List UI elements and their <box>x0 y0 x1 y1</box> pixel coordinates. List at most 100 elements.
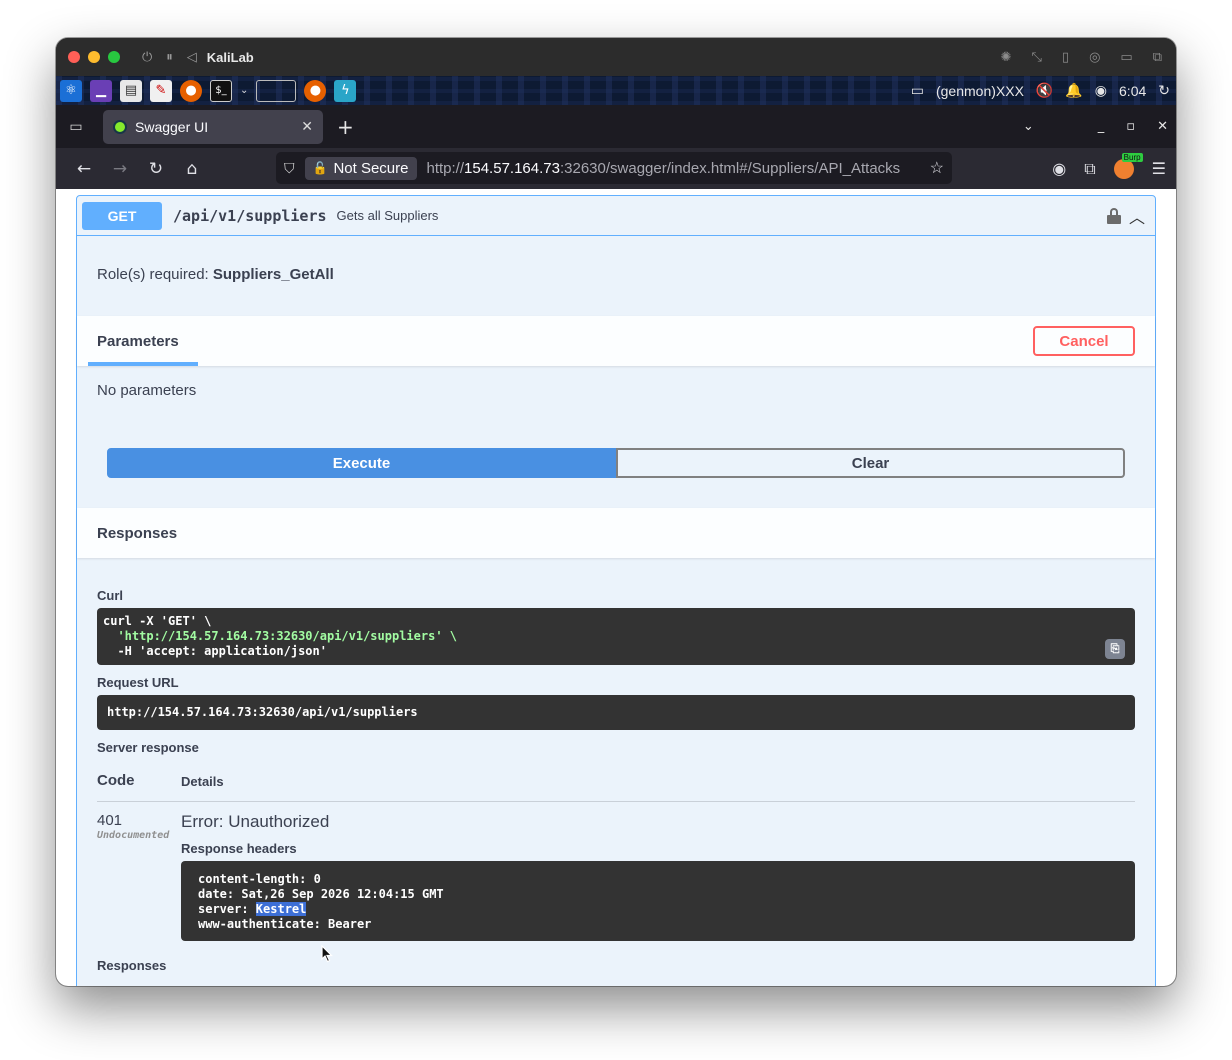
browser-tab-bar: ▭ Swagger UI ✕ + ⌄ _ ▫ ✕ <box>56 105 1176 148</box>
curl-line: curl -X 'GET' \ <box>103 614 212 628</box>
responses-header: Responses <box>77 508 1155 558</box>
account-icon[interactable]: ◉ <box>1052 159 1066 178</box>
burp-extension-icon[interactable]: Burp <box>1113 152 1143 179</box>
reload-button[interactable]: ↻ <box>138 153 174 185</box>
new-tab-button[interactable]: + <box>337 115 354 139</box>
tab-parameters[interactable]: Parameters <box>97 333 179 350</box>
no-parameters-text: No parameters <box>97 382 197 399</box>
folder-icon[interactable]: ▭ <box>1120 50 1132 65</box>
mute-icon[interactable]: 🔇 <box>1036 83 1053 99</box>
clock[interactable]: 6:04 <box>1119 83 1146 99</box>
details-column-header: Details <box>181 774 224 789</box>
panel-launchers: ⚛ ▁ ▤ ✎ ● $_ ⌄ ● ϟ <box>56 76 357 105</box>
cancel-button[interactable]: Cancel <box>1033 326 1135 356</box>
forward-button[interactable]: → <box>102 153 138 185</box>
responses-title: Responses <box>97 525 178 542</box>
close-tab-icon[interactable]: ✕ <box>301 118 313 135</box>
brightness-icon[interactable]: ✺ <box>1001 50 1012 65</box>
chevron-down-icon[interactable]: ⌄ <box>240 85 248 96</box>
execute-wrapper: Execute Clear <box>107 448 1125 478</box>
copy-to-clipboard-icon[interactable]: ⎘ <box>1105 639 1125 659</box>
genmon-label: (genmon)XXX <box>935 82 1024 99</box>
url-rest: :32630/swagger/index.html#/Suppliers/API… <box>559 159 901 177</box>
address-bar[interactable]: ⛉ 🔓 Not Secure http://154.57.164.73:3263… <box>276 152 952 184</box>
vm-title: KaliLab <box>206 49 254 65</box>
refresh-icon[interactable]: ↻ <box>1158 83 1170 99</box>
maximize-icon[interactable]: ▫ <box>1126 119 1135 134</box>
burp-badge: Burp <box>1121 152 1143 162</box>
curl-line: 'http://154.57.164.73:32630/api/v1/suppl… <box>103 629 458 643</box>
workspace-icon[interactable]: ▁ <box>90 79 112 102</box>
http-method-badge: GET <box>82 201 162 230</box>
clear-button[interactable]: Clear <box>616 448 1125 478</box>
extensions-icon[interactable]: ⧉ <box>1084 159 1095 179</box>
monitor-icon: ▭ <box>910 82 924 99</box>
url-text[interactable]: http://154.57.164.73:32630/swagger/index… <box>427 160 901 177</box>
url-host: 154.57.164.73 <box>464 159 560 177</box>
error-title: Error: Unauthorized <box>181 812 330 831</box>
operation-block: GET /api/v1/suppliers Gets all Suppliers… <box>76 195 1156 986</box>
power-icon[interactable]: ⏻ <box>142 50 152 65</box>
chevron-up-icon[interactable]: ︿ <box>1129 204 1145 228</box>
files-icon[interactable]: ▤ <box>120 79 142 102</box>
usb-icon[interactable]: ▯ <box>1062 50 1069 65</box>
notification-icon[interactable]: 🔔 <box>1065 83 1082 99</box>
terminal-icon[interactable]: $_ <box>210 79 232 102</box>
url-prefix: http:// <box>426 159 465 177</box>
power-manager-icon[interactable]: ◉ <box>1095 83 1107 99</box>
vm-titlebar: ⏻ ⏸ ◁ KaliLab ✺ ⤡ ▯ ◎ ▭ ⧉ <box>56 38 1176 76</box>
workspace-switcher-icon[interactable] <box>256 79 297 102</box>
curl-label: Curl <box>97 588 123 603</box>
lock-icon[interactable] <box>1106 208 1121 224</box>
swagger-page: GET /api/v1/suppliers Gets all Suppliers… <box>56 189 1176 986</box>
tab-swagger-ui[interactable]: Swagger UI ✕ <box>103 109 323 144</box>
hamburger-menu-icon[interactable]: ☰ <box>1152 159 1166 178</box>
text-editor-icon[interactable]: ✎ <box>150 79 172 102</box>
header-line: server: Kestrel <box>198 902 307 916</box>
roles-required: Role(s) required: Suppliers_GetAll <box>97 266 334 283</box>
back-icon[interactable]: ◁ <box>187 50 197 65</box>
curl-code-block[interactable]: curl -X 'GET' \ 'http://154.57.164.73:32… <box>97 608 1135 665</box>
back-button[interactable]: ← <box>66 153 102 185</box>
selected-text: Kestrel <box>255 902 307 916</box>
swagger-favicon-icon <box>113 119 127 134</box>
firefox-launcher-icon[interactable]: ● <box>180 79 202 102</box>
response-table-header: Code Details <box>97 772 1135 802</box>
operation-icons: ︿ <box>1106 196 1145 236</box>
minimize-icon[interactable]: _ <box>1098 119 1105 134</box>
close-window-button[interactable] <box>68 51 80 63</box>
bookmark-star-icon[interactable]: ☆ <box>925 158 944 178</box>
close-icon[interactable]: ✕ <box>1157 119 1168 134</box>
request-url-block[interactable]: http://154.57.164.73:32630/api/v1/suppli… <box>97 695 1135 730</box>
execute-button[interactable]: Execute <box>107 448 616 478</box>
curl-line: -H 'accept: application/json' <box>103 644 327 658</box>
parameters-header: Parameters Cancel <box>77 316 1155 366</box>
chevron-down-icon[interactable]: ⌄ <box>1023 119 1034 134</box>
pause-icon[interactable]: ⏸ <box>166 50 173 65</box>
roles-label: Role(s) required: <box>97 266 209 283</box>
header-line: www-authenticate: Bearer <box>198 917 372 931</box>
response-headers-block[interactable]: content-length: 0 date: Sat,26 Sep 2026 … <box>181 861 1135 941</box>
audio-icon[interactable]: ◎ <box>1089 50 1100 65</box>
response-status-code: 401 <box>97 812 123 829</box>
operation-summary[interactable]: GET /api/v1/suppliers Gets all Suppliers… <box>77 196 1155 236</box>
tab-title: Swagger UI <box>135 118 209 135</box>
shield-icon[interactable]: ⛉ <box>284 160 295 177</box>
browser-window-controls: ⌄ _ ▫ ✕ <box>1023 105 1168 148</box>
resize-icon[interactable]: ⤡ <box>1032 50 1042 65</box>
minimize-window-button[interactable] <box>88 51 100 63</box>
security-indicator[interactable]: 🔓 Not Secure <box>304 156 417 180</box>
server-response-label: Server response <box>97 740 199 755</box>
browser-nav-bar: ← → ↻ ⌂ ⛉ 🔓 Not Secure http://154.57.164… <box>56 148 1176 189</box>
zoom-window-button[interactable] <box>108 51 120 63</box>
kali-menu-icon[interactable]: ⚛ <box>60 79 82 102</box>
window-icon[interactable]: ⧉ <box>1153 50 1162 65</box>
undocumented-label: Undocumented <box>97 830 170 841</box>
panel-status: ▭ (genmon)XXX 🔇 🔔 ◉ 6:04 ↻ <box>911 76 1170 105</box>
operation-description: Gets all Suppliers <box>336 208 439 223</box>
tab-list-icon[interactable]: ▭ <box>56 119 96 135</box>
burp-window-icon[interactable]: ϟ <box>334 79 357 102</box>
firefox-window-icon[interactable]: ● <box>304 79 327 102</box>
home-button[interactable]: ⌂ <box>174 153 210 185</box>
roles-value: Suppliers_GetAll <box>212 266 334 283</box>
